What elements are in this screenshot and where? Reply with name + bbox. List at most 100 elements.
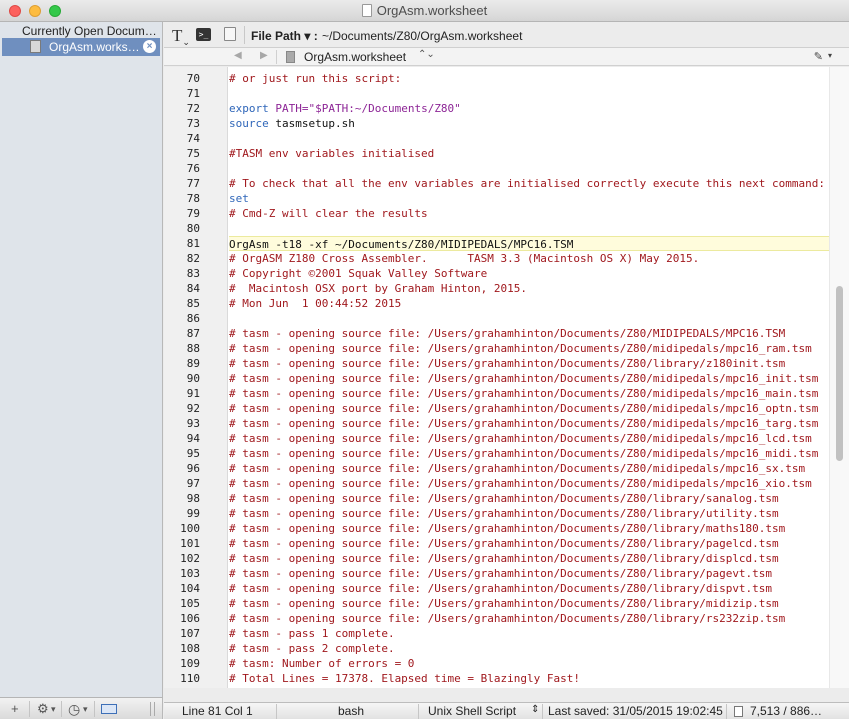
code-token: # tasm - opening source file: /Users/gra…	[229, 432, 812, 445]
code-line[interactable]: # tasm - opening source file: /Users/gra…	[229, 326, 829, 341]
code-token: # tasm - opening source file: /Users/gra…	[229, 327, 786, 340]
code-line[interactable]: # tasm - opening source file: /Users/gra…	[229, 446, 829, 461]
code-line[interactable]: #TASM env variables initialised	[229, 146, 829, 161]
code-line[interactable]: # tasm - opening source file: /Users/gra…	[229, 431, 829, 446]
line-number: 97	[186, 477, 200, 490]
code-line[interactable]: # tasm - opening source file: /Users/gra…	[229, 596, 829, 611]
line-number: 110	[180, 672, 200, 685]
code-area[interactable]: # or just run this script: export PATH="$…	[229, 67, 829, 688]
line-number: 94	[186, 432, 200, 445]
code-line[interactable]: # tasm - opening source file: /Users/gra…	[229, 506, 829, 521]
code-line[interactable]	[229, 86, 829, 101]
code-token: # tasm - opening source file: /Users/gra…	[229, 552, 779, 565]
add-document-button[interactable]: +	[11, 701, 19, 717]
code-token: # tasm - opening source file: /Users/gra…	[229, 612, 786, 625]
gear-icon[interactable]: ⚙	[37, 701, 49, 717]
code-token: # Macintosh OSX port by Graham Hinton, 2…	[229, 282, 528, 295]
code-line[interactable]: # tasm - pass 1 complete.	[229, 626, 829, 641]
window-title: OrgAsm.worksheet	[376, 3, 488, 18]
chevron-down-icon[interactable]: ▾	[828, 51, 832, 60]
title-bar[interactable]: OrgAsm.worksheet	[0, 0, 849, 22]
code-line[interactable]: # tasm - opening source file: /Users/gra…	[229, 551, 829, 566]
line-number: 75	[186, 147, 200, 160]
code-line[interactable]: set	[229, 191, 829, 206]
code-token: # tasm - opening source file: /Users/gra…	[229, 522, 786, 535]
code-line[interactable]: # tasm - opening source file: /Users/gra…	[229, 491, 829, 506]
terminal-icon[interactable]: >_	[196, 28, 211, 41]
code-token: # tasm - opening source file: /Users/gra…	[229, 372, 819, 385]
code-line[interactable]: # Total Lines = 17378. Elapsed time = Bl…	[229, 671, 829, 686]
code-line[interactable]: # tasm - opening source file: /Users/gra…	[229, 386, 829, 401]
clock-menu-chevron-icon[interactable]: ▾	[83, 701, 88, 717]
code-token: # or just run this script:	[229, 72, 402, 85]
divider	[276, 704, 277, 719]
line-number: 78	[186, 192, 200, 205]
code-line[interactable]: # tasm - opening source file: /Users/gra…	[229, 581, 829, 596]
editor[interactable]: 70 71 72 73 74 75 76 77 78 79 80 81 82 83 84 85 86 87 88 89…	[164, 67, 849, 688]
vertical-scroll-thumb[interactable]	[836, 286, 843, 461]
line-number: 101	[180, 537, 200, 550]
syntax-mode-updown-icon[interactable]: ⇕	[531, 704, 539, 715]
code-line[interactable]: # OrgASM Z180 Cross Assembler. TASM 3.3 …	[229, 251, 829, 266]
line-number: 81	[186, 237, 200, 250]
jump-bar-document-name[interactable]: OrgAsm.worksheet	[304, 50, 406, 64]
clock-icon[interactable]: ◷	[68, 701, 80, 717]
code-line[interactable]: # Cmd-Z will clear the results	[229, 206, 829, 221]
line-number: 105	[180, 597, 200, 610]
file-path-menu[interactable]: File Path ▾ :	[251, 29, 318, 43]
code-line[interactable]	[229, 221, 829, 236]
code-line[interactable]: # Mon Jun 1 00:44:52 2015	[229, 296, 829, 311]
last-saved: Last saved: 31/05/2015 19:02:45	[548, 704, 723, 718]
vertical-scrollbar[interactable]	[829, 67, 849, 688]
line-number: 109	[180, 657, 200, 670]
code-line[interactable]: # tasm - opening source file: /Users/gra…	[229, 521, 829, 536]
gear-menu-chevron-icon[interactable]: ▾	[51, 701, 56, 717]
code-line[interactable]: # To check that all the env variables ar…	[229, 176, 829, 191]
code-line[interactable]: # tasm - opening source file: /Users/gra…	[229, 401, 829, 416]
code-line[interactable]: # tasm - opening source file: /Users/gra…	[229, 536, 829, 551]
code-line[interactable]	[229, 131, 829, 146]
script-icon[interactable]	[224, 27, 236, 41]
close-document-icon[interactable]: ×	[143, 40, 156, 53]
pencil-icon[interactable]: ✎	[814, 50, 823, 63]
code-line[interactable]: # tasm - opening source file: /Users/gra…	[229, 371, 829, 386]
app-window: OrgAsm.worksheet Currently Open Docum… O…	[0, 0, 849, 719]
code-line[interactable]: # tasm - opening source file: /Users/gra…	[229, 611, 829, 626]
code-line[interactable]: # tasm - opening source file: /Users/gra…	[229, 476, 829, 491]
forward-arrow-icon[interactable]: ▶	[260, 50, 268, 61]
code-token: # tasm - opening source file: /Users/gra…	[229, 462, 806, 475]
line-number: 107	[180, 627, 200, 640]
line-number: 70	[186, 72, 200, 85]
code-token: # tasm - opening source file: /Users/gra…	[229, 507, 779, 520]
jump-bar: ◀ ▶ OrgAsm.worksheet ⌃⌄ ✎ ▾	[164, 48, 849, 66]
code-line[interactable]: export PATH="$PATH:~/Documents/Z80"	[229, 101, 829, 116]
code-token: # Mon Jun 1 00:44:52 2015	[229, 297, 402, 310]
document-menu-updown-icon[interactable]: ⌃⌄	[418, 49, 435, 60]
sidebar-footer: + ⚙ ▾ ◷ ▾	[0, 697, 163, 719]
code-line[interactable]: # tasm - opening source file: /Users/gra…	[229, 341, 829, 356]
line-number: 99	[186, 507, 200, 520]
code-line[interactable]: # tasm - pass 2 complete.	[229, 641, 829, 656]
sidebar-toggle-icon[interactable]	[101, 704, 117, 714]
syntax-mode-select[interactable]: Unix Shell Script	[428, 704, 516, 718]
code-line[interactable]	[229, 311, 829, 326]
code-token: # To check that all the env variables ar…	[229, 177, 826, 190]
text-format-button[interactable]: T⌄	[172, 26, 190, 48]
code-line[interactable]: # tasm: Number of errors = 0	[229, 656, 829, 671]
code-line[interactable]: # tasm - opening source file: /Users/gra…	[229, 356, 829, 371]
sidebar-item-orgasm-worksheet[interactable]: OrgAsm.works… ×	[2, 38, 160, 56]
code-line[interactable]: # tasm - opening source file: /Users/gra…	[229, 566, 829, 581]
code-line[interactable]: # tasm - opening source file: /Users/gra…	[229, 461, 829, 476]
code-line[interactable]: # tasm - opening source file: /Users/gra…	[229, 416, 829, 431]
code-line[interactable]: OrgAsm -t18 -xf ~/Documents/Z80/MIDIPEDA…	[229, 236, 829, 251]
code-line[interactable]: # or just run this script:	[229, 71, 829, 86]
code-line[interactable]: source tasmsetup.sh	[229, 116, 829, 131]
resize-handle-icon[interactable]	[150, 702, 155, 716]
line-number: 106	[180, 612, 200, 625]
divider	[61, 701, 62, 717]
code-line[interactable]: # Macintosh OSX port by Graham Hinton, 2…	[229, 281, 829, 296]
back-arrow-icon[interactable]: ◀	[234, 50, 242, 61]
code-line[interactable]	[229, 161, 829, 176]
code-line[interactable]: # Copyright ©2001 Squak Valley Software	[229, 266, 829, 281]
shell-name[interactable]: bash	[338, 704, 364, 718]
